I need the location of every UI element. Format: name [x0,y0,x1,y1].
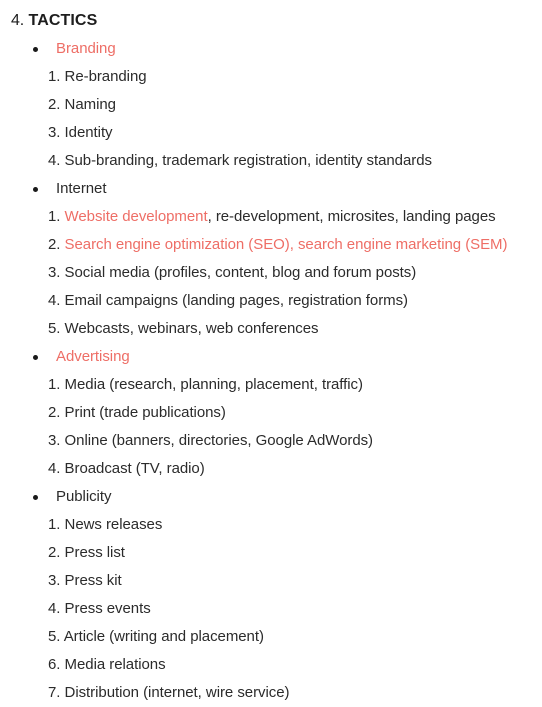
bullet-dot-icon [33,355,38,360]
item-text: Online (banners, directories, Google AdW… [64,432,374,449]
item-text: Search engine optimization (SEO), search… [64,236,508,253]
item-text: News releases [64,516,163,533]
outline-numbered-item: 5. Article (writing and placement) [0,623,542,651]
outline-numbered-item: 2. Press list [0,539,542,567]
outline-bullet-label: Internet [56,180,107,197]
item-text: Print (trade publications) [64,404,226,421]
item-text: Article (writing and placement) [63,628,264,645]
outline-group: Advertising 1. Media (research, planning,… [0,343,542,483]
item-text: Distribution (internet, wire service) [64,684,290,701]
item-text: Website development [64,208,208,225]
outline-list: Branding 1. Re-branding 2. Naming 3. Identi… [0,35,542,707]
document-page: 4. TACTICS Branding 1. Re-branding 2. Nami… [0,0,542,701]
item-number: 3. [48,432,61,449]
item-text: Re-branding [64,68,147,85]
bullet-dot-icon [33,187,38,192]
item-number: 6. [48,656,61,673]
item-text: Webcasts, webinars, web conferences [64,320,319,337]
outline-numbered-item: 4. Broadcast (TV, radio) [0,455,542,483]
page-title: 4. TACTICS [0,7,542,35]
outline-bullet-item: Internet [0,175,542,203]
outline-bullet-item: Advertising [0,343,542,371]
heading-number: 4. [11,12,25,29]
item-number: 4. [48,600,61,617]
item-number: 5. [48,628,61,645]
bullet-dot-icon [33,495,38,500]
outline-numbered-item: 4. Press events [0,595,542,623]
item-text: Naming [64,96,116,113]
outline-bullet-label: Publicity [56,488,112,505]
outline-numbered-item: 3. Social media (profiles, content, blog… [0,259,542,287]
outline-numbered-item: 4. Sub-branding, trademark registration,… [0,147,542,175]
outline-numbered-item: 3. Press kit [0,567,542,595]
outline-numbered-item: 1. Website development, re-development, … [0,203,542,231]
outline-bullet-item: Branding [0,35,542,63]
item-number: 4. [48,292,61,309]
item-number: 2. [48,404,61,421]
item-text: Email campaigns (landing pages, registra… [64,292,409,309]
outline-group: Publicity 1. News releases 2. Press list 3.… [0,483,542,707]
item-number: 1. [48,68,61,85]
item-text: Broadcast (TV, radio) [64,460,205,477]
item-number: 2. [48,236,61,253]
outline-numbered-item: 1. Re-branding [0,63,542,91]
item-number: 3. [48,264,61,281]
item-text: Media (research, planning, placement, tr… [64,376,363,393]
item-number: 4. [48,460,61,477]
item-number: 1. [48,208,61,225]
item-number: 2. [48,96,61,113]
outline-numbered-item: 6. Media relations [0,651,542,679]
outline-numbered-item: 7. Distribution (internet, wire service) [0,679,542,707]
outline-numbered-item: 1. News releases [0,511,542,539]
item-number: 2. [48,544,61,561]
outline-numbered-item: 5. Webcasts, webinars, web conferences [0,315,542,343]
item-number: 5. [48,320,61,337]
outline-group: Branding 1. Re-branding 2. Naming 3. Identi… [0,35,542,175]
outline-numbered-item: 4. Email campaigns (landing pages, regis… [0,287,542,315]
item-text-continuation: , re-development, microsites, landing pa… [207,208,496,225]
outline-numbered-item: 3. Online (banners, directories, Google … [0,427,542,455]
outline-numbered-item: 2. Print (trade publications) [0,399,542,427]
outline-numbered-item: 2. Search engine optimization (SEO), sea… [0,231,542,259]
outline-group: Internet 1. Website development, re-devel… [0,175,542,343]
item-text: Social media (profiles, content, blog an… [64,264,417,281]
outline-numbered-item: 2. Naming [0,91,542,119]
item-text: Press kit [64,572,122,589]
item-number: 3. [48,124,61,141]
item-text: Press events [64,600,151,617]
item-text: Press list [64,544,125,561]
item-number: 3. [48,572,61,589]
item-number: 1. [48,376,61,393]
item-number: 7. [48,684,61,701]
outline-numbered-item: 1. Media (research, planning, placement,… [0,371,542,399]
item-text: Identity [64,124,113,141]
item-number: 1. [48,516,61,533]
item-text: Media relations [64,656,166,673]
outline-bullet-item: Publicity [0,483,542,511]
bullet-dot-icon [33,47,38,52]
outline-bullet-label: Branding [56,40,116,57]
heading-title: TACTICS [28,12,98,29]
outline-bullet-label: Advertising [56,348,130,365]
item-text: Sub-branding, trademark registration, id… [64,152,432,169]
outline-numbered-item: 3. Identity [0,119,542,147]
item-number: 4. [48,152,61,169]
